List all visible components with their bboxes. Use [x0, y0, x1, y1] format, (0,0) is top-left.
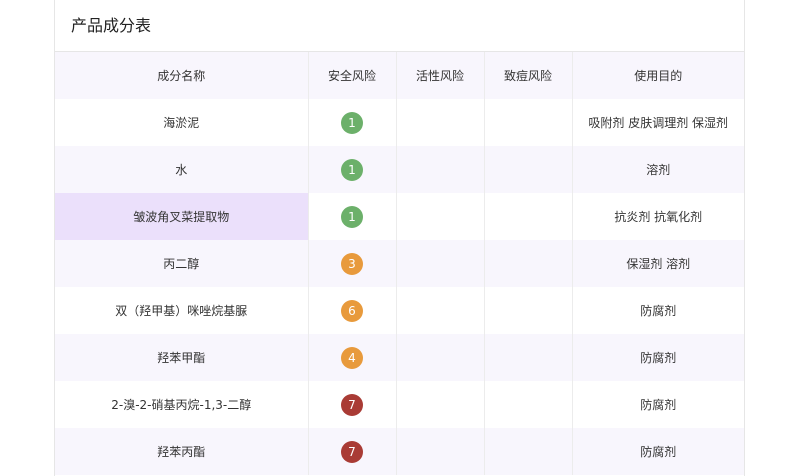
table-body: 海淤泥 1 吸附剂 皮肤调理剂 保湿剂水 1 溶剂皱波角叉菜提取物 1 抗炎剂 抗氧化剂丙二…: [55, 99, 744, 475]
table-row[interactable]: 丙二醇 3 保湿剂 溶剂: [55, 240, 744, 287]
active-risk-cell: [396, 334, 485, 381]
table-row[interactable]: 皱波角叉菜提取物 1 抗炎剂 抗氧化剂: [55, 193, 744, 240]
col-header-purpose: 使用目的: [634, 69, 683, 83]
active-risk-cell: [396, 146, 485, 193]
acne-risk-cell: [484, 334, 573, 381]
safety-risk-cell: 1: [308, 193, 397, 240]
usage-purpose-cell: 吸附剂 皮肤调理剂 保湿剂: [588, 116, 729, 130]
active-risk-cell: [396, 193, 485, 240]
ingredient-name-cell[interactable]: 水: [55, 146, 309, 193]
safety-risk-badge: 3: [341, 252, 363, 275]
table-row[interactable]: 羟苯甲酯 4 防腐剂: [55, 334, 744, 381]
acne-risk-cell: [484, 428, 573, 475]
usage-purpose-cell: 防腐剂: [640, 351, 677, 365]
safety-risk-badge: 7: [341, 440, 363, 463]
ingredient-name-cell[interactable]: 羟苯丙酯: [55, 428, 309, 475]
usage-purpose-cell: 溶剂: [646, 163, 671, 177]
active-risk-cell: [396, 287, 485, 334]
usage-purpose-cell: 保湿剂 溶剂: [626, 257, 691, 271]
ingredient-name-cell[interactable]: 皱波角叉菜提取物: [55, 193, 309, 240]
table-header-row: 成分名称 安全风险 活性风险 致痘风险 使用目的: [55, 52, 744, 99]
usage-purpose-cell: 防腐剂: [640, 398, 677, 412]
active-risk-cell: [396, 428, 485, 475]
safety-risk-badge: 1: [341, 111, 363, 134]
safety-risk-cell: 1: [308, 146, 397, 193]
table-row[interactable]: 2-溴-2-硝基丙烷-1,3-二醇 7 防腐剂: [55, 381, 744, 428]
safety-risk-cell: 1: [308, 99, 397, 146]
safety-risk-badge: 1: [341, 205, 363, 228]
acne-risk-cell: [484, 146, 573, 193]
acne-risk-cell: [484, 287, 573, 334]
panel-title: 产品成分表: [55, 0, 744, 52]
ingredient-table: 成分名称 安全风险 活性风险 致痘风险 使用目的 海淤泥 1 吸附剂 皮肤调理剂 保…: [55, 52, 744, 475]
acne-risk-cell: [484, 99, 573, 146]
safety-risk-cell: 7: [308, 428, 397, 475]
table-row[interactable]: 海淤泥 1 吸附剂 皮肤调理剂 保湿剂: [55, 99, 744, 146]
safety-risk-badge: 1: [341, 158, 363, 181]
safety-risk-badge: 4: [341, 346, 363, 369]
col-header-name: 成分名称: [55, 52, 309, 99]
acne-risk-cell: [484, 240, 573, 287]
usage-purpose-cell: 防腐剂: [640, 304, 677, 318]
safety-risk-cell: 3: [308, 240, 397, 287]
acne-risk-cell: [484, 381, 573, 428]
active-risk-cell: [396, 99, 485, 146]
usage-purpose-cell: 抗炎剂 抗氧化剂: [614, 210, 703, 224]
ingredient-name-cell[interactable]: 2-溴-2-硝基丙烷-1,3-二醇: [55, 381, 309, 428]
ingredient-name-cell[interactable]: 双（羟甲基）咪唑烷基脲: [55, 287, 309, 334]
table-row[interactable]: 羟苯丙酯 7 防腐剂: [55, 428, 744, 475]
active-risk-cell: [396, 240, 485, 287]
safety-risk-cell: 6: [308, 287, 397, 334]
safety-risk-badge: 7: [341, 393, 363, 416]
ingredient-name-cell[interactable]: 海淤泥: [55, 99, 309, 146]
ingredient-name-cell[interactable]: 丙二醇: [55, 240, 309, 287]
acne-risk-cell: [484, 193, 573, 240]
ingredient-name-cell[interactable]: 羟苯甲酯: [55, 334, 309, 381]
table-row[interactable]: 双（羟甲基）咪唑烷基脲 6 防腐剂: [55, 287, 744, 334]
usage-purpose-cell: 防腐剂: [640, 445, 677, 459]
col-header-active: 活性风险: [396, 52, 485, 99]
col-header-safety: 安全风险: [308, 52, 397, 99]
safety-risk-cell: 7: [308, 381, 397, 428]
active-risk-cell: [396, 381, 485, 428]
safety-risk-cell: 4: [308, 334, 397, 381]
safety-risk-badge: 6: [341, 299, 363, 322]
col-header-acne: 致痘风险: [484, 52, 573, 99]
table-row[interactable]: 水 1 溶剂: [55, 146, 744, 193]
ingredient-panel: 产品成分表 成分名称 安全风险 活性风险 致痘风险 使用目的 海淤泥 1 吸附剂 皮…: [54, 0, 745, 476]
